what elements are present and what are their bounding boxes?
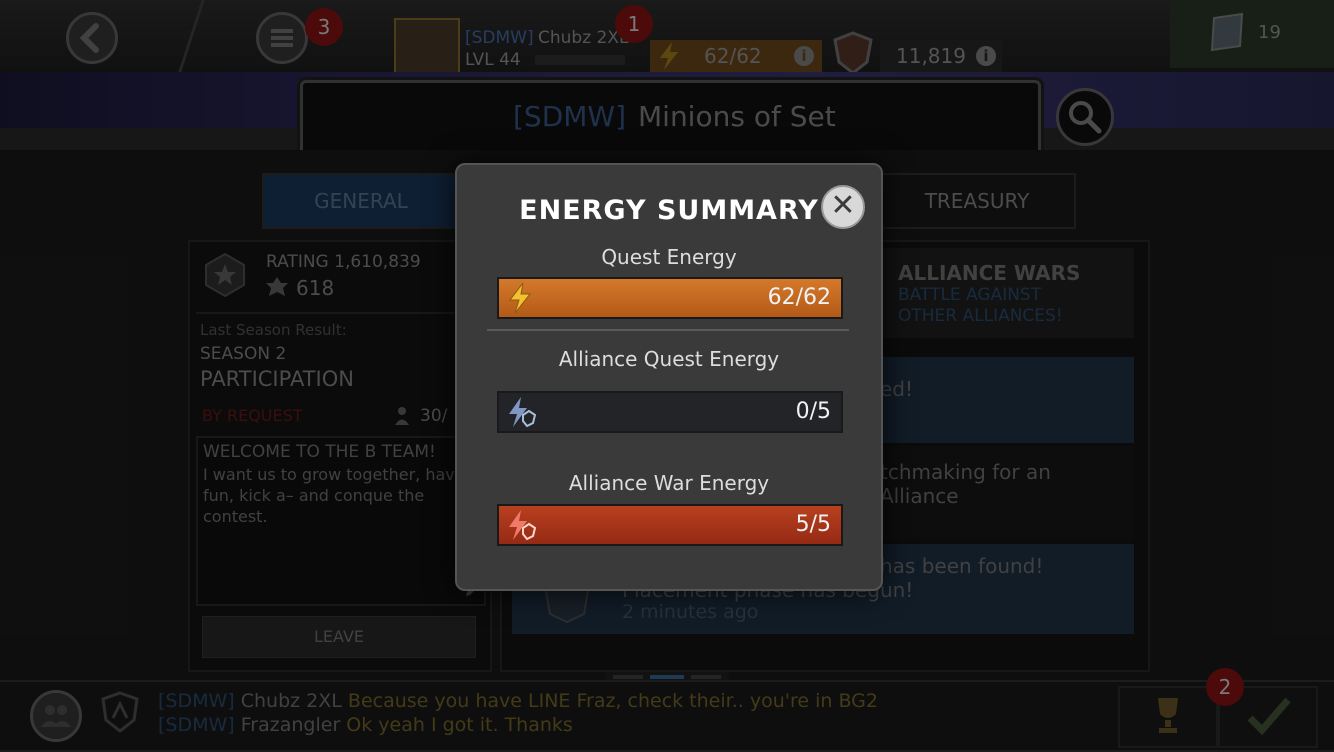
alliance-quest-energy-label: Alliance Quest Energy [558,347,780,371]
modal-title: ENERGY SUMMARY [519,195,819,226]
alliance-quest-energy-bar: 0/5 [497,391,843,433]
alliance-war-energy-fill [499,506,841,544]
close-icon: ✕ [830,188,856,223]
alliance-quest-energy-value: 0/5 [795,399,831,424]
alliance-quest-lightning-icon [509,397,537,428]
alliance-war-energy-bar: 5/5 [497,504,843,546]
quest-energy-bar: 62/62 [497,277,843,319]
quest-energy-label: Quest Energy [601,245,737,269]
close-button[interactable]: ✕ [821,185,865,229]
alliance-war-lightning-icon [509,510,537,541]
lightning-icon [508,282,532,314]
modal-divider [487,329,849,331]
alliance-war-energy-value: 5/5 [795,512,831,537]
energy-summary-modal: ENERGY SUMMARY ✕ Quest Energy 62/62 Alli… [455,163,883,591]
alliance-war-energy-label: Alliance War Energy [568,471,770,495]
quest-energy-value: 62/62 [767,285,831,310]
